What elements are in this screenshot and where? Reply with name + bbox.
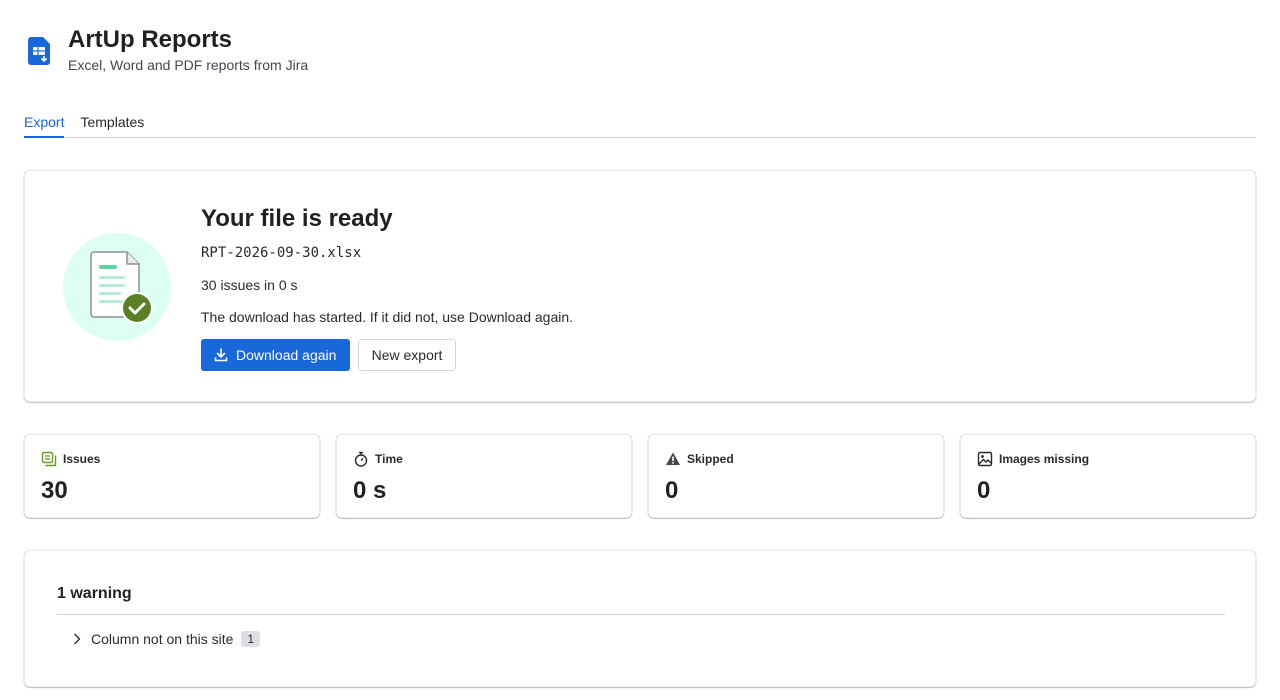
stat-value-issues: 30 [41,477,68,504]
stat-card-images-missing: Images missing 0 [960,434,1256,518]
warnings-card: 1 warning Column not on this site 1 [24,550,1256,687]
download-again-button[interactable]: Download again [201,339,350,371]
stat-card-issues: Issues 30 [24,434,320,518]
stat-label-text: Images missing [999,452,1090,466]
stat-label-text: Time [375,452,403,466]
chevron-right-icon [69,631,85,647]
download-icon [213,347,229,363]
stat-value-time: 0 s [353,477,387,504]
stopwatch-icon [353,451,369,467]
export-result-card: Your file is ready RPT-2026-09-30.xlsx 3… [24,170,1256,402]
issues-icon [41,451,57,467]
warning-item-label: Column not on this site [91,631,234,647]
result-title: Your file is ready [201,205,393,232]
app-header: ArtUp Reports Excel, Word and PDF report… [24,26,308,74]
stat-card-time: Time 0 s [336,434,632,518]
export-summary: 30 issues in 0 s [201,277,298,293]
tab-export[interactable]: Export [24,106,65,138]
warnings-divider [57,614,1225,615]
download-again-label: Download again [236,347,337,363]
stat-label-time: Time [353,451,403,467]
stat-label-images-missing: Images missing [977,451,1089,467]
new-export-button[interactable]: New export [358,339,456,371]
warning-count-badge: 1 [241,631,261,647]
app-subtitle: Excel, Word and PDF reports from Jira [68,57,309,73]
warning-item-column-not-on-site[interactable]: Column not on this site 1 [69,631,261,647]
tab-bar: Export Templates [24,106,1256,138]
app-title: ArtUp Reports [68,26,233,53]
file-name: RPT-2026-09-30.xlsx [201,245,362,261]
stat-value-images-missing: 0 [977,477,991,504]
stat-label-text: Skipped [687,452,734,466]
stat-card-skipped: Skipped 0 [648,434,944,518]
stat-label-text: Issues [63,452,101,466]
document-check-icon [63,233,171,341]
stat-label-skipped: Skipped [665,451,734,467]
warning-icon [665,451,681,467]
stat-label-issues: Issues [41,451,100,467]
download-note: The download has started. If it did not,… [201,309,574,325]
tab-templates[interactable]: Templates [80,106,144,138]
image-icon [977,451,993,467]
spreadsheet-download-icon [24,34,56,70]
warnings-title: 1 warning [57,585,132,602]
stat-value-skipped: 0 [665,477,679,504]
